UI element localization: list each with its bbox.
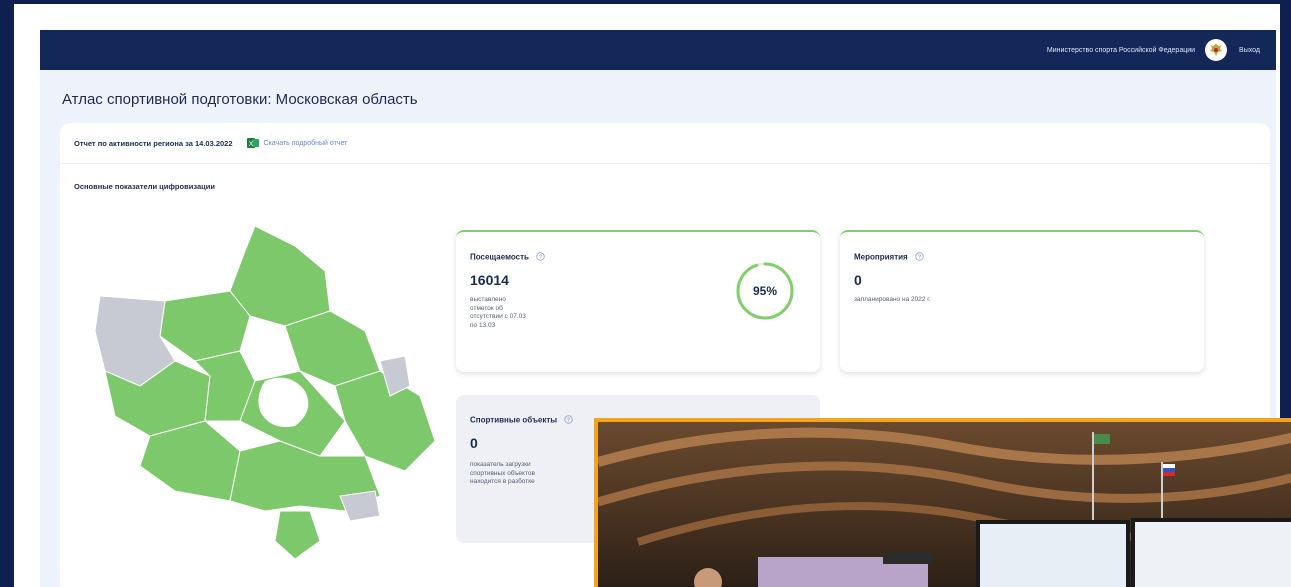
exhibition-hall-photo — [594, 418, 1291, 587]
svg-text:?: ? — [567, 418, 570, 424]
help-icon[interactable]: ? — [564, 415, 574, 426]
display-screen — [1131, 518, 1291, 587]
svg-text:X: X — [248, 141, 253, 148]
attendance-value: 16014 — [470, 272, 509, 288]
top-navigation-bar: Министерство спорта Российской Федерации… — [40, 30, 1276, 70]
attendance-progress-ring: 95% — [734, 260, 796, 322]
events-card[interactable]: Мероприятия ? 0 запланировано на 2022 г. — [840, 230, 1204, 372]
facilities-desc-line: показатель загрузки — [470, 461, 531, 468]
attendance-card[interactable]: Посещаемость ? 16014 выставлено отметок … — [456, 230, 820, 372]
attendance-title: Посещаемость ? — [470, 252, 545, 263]
svg-text:?: ? — [918, 255, 921, 261]
attendance-percent: 95% — [752, 284, 778, 298]
flag — [1163, 472, 1175, 476]
coat-of-arms-icon — [1205, 39, 1228, 61]
flag — [1163, 464, 1175, 468]
svg-text:?: ? — [539, 255, 542, 261]
excel-icon[interactable]: X — [246, 137, 259, 149]
facilities-desc-line: находится в разботке — [470, 478, 535, 485]
report-date-label: Отчет по активности региона за 14.03.202… — [74, 138, 233, 148]
page-title: Атлас спортивной подготовки: Московская … — [62, 91, 418, 108]
attendance-desc-line: отсутствии с 07.03 — [470, 313, 526, 320]
attendance-title-text: Посещаемость — [470, 252, 529, 262]
moscow-region-map[interactable] — [80, 211, 460, 566]
help-icon[interactable]: ? — [536, 252, 545, 263]
facilities-desc-line: спортивных объектов — [470, 469, 535, 477]
logout-link[interactable]: Выход — [1239, 47, 1260, 54]
help-icon[interactable]: ? — [915, 252, 924, 263]
attendance-description: выставлено отметок об отсутствии с 07.03… — [470, 296, 526, 330]
ministry-name[interactable]: Министерство спорта Российской Федерации — [1047, 47, 1195, 54]
flag — [1163, 468, 1175, 472]
attendance-desc-line: по 13.03 — [470, 321, 496, 329]
section-title: Основные показатели цифровизации — [74, 182, 215, 191]
attendance-desc-line: выставлено — [470, 296, 506, 303]
facilities-title-text: Спортивные объекты — [470, 415, 558, 425]
flagpole — [1092, 432, 1094, 522]
flag — [1094, 434, 1110, 444]
facilities-title: Спортивные объекты ? — [470, 415, 574, 426]
display-screen — [976, 520, 1130, 587]
facilities-value: 0 — [470, 435, 478, 451]
map-district-far-south — [274, 510, 321, 560]
map-district-southeast-gray — [339, 490, 381, 522]
events-title: Мероприятия ? — [854, 252, 924, 263]
report-header: Отчет по активности региона за 14.03.202… — [60, 123, 1270, 164]
attendance-desc-line: отметок об — [470, 304, 503, 312]
events-description: запланировано на 2022 г. — [854, 296, 931, 303]
map-district-northwest — [159, 290, 251, 362]
facilities-description: показатель загрузки спортивных объектов … — [470, 461, 535, 487]
events-value: 0 — [854, 272, 862, 288]
download-report-link[interactable]: Скачать подробный отчет — [264, 140, 348, 147]
booth-sign — [883, 552, 933, 564]
exhibition-photo-illustration — [598, 422, 1291, 587]
events-title-text: Мероприятия — [854, 252, 908, 262]
